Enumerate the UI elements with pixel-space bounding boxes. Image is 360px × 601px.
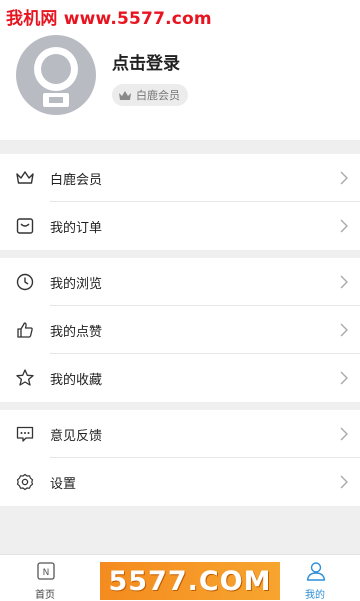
star-icon <box>16 369 34 386</box>
crown-icon <box>16 171 34 184</box>
menu-item-label: 设置 <box>50 477 77 492</box>
menu-item-label: 我的订单 <box>50 221 103 236</box>
user-icon <box>306 562 326 581</box>
gear-icon <box>16 473 34 491</box>
tab-home[interactable]: N 首页 <box>10 555 80 601</box>
site-watermark: 我机网 www.5577.com <box>6 9 212 29</box>
thumbs-up-icon <box>17 322 33 338</box>
site-banner: 5577.COM <box>100 562 280 600</box>
menu-item-favorites[interactable]: 我的收藏 <box>0 354 360 402</box>
chevron-right-icon <box>340 275 348 289</box>
svg-text:N: N <box>43 568 50 578</box>
menu-item-label: 我的收藏 <box>50 373 103 388</box>
menu-item-settings[interactable]: 设置 <box>0 458 360 506</box>
clock-icon <box>16 273 34 291</box>
chevron-right-icon <box>340 371 348 385</box>
menu-item-label: 白鹿会员 <box>50 173 103 188</box>
vip-badge-label: 白鹿会员 <box>136 89 180 102</box>
menu-group-settings: 意见反馈 设置 <box>0 410 360 506</box>
menu-item-label: 我的浏览 <box>50 277 103 292</box>
tab-home-label: 首页 <box>35 590 55 601</box>
menu-item-feedback[interactable]: 意见反馈 <box>0 410 360 458</box>
menu-item-label: 意见反馈 <box>50 429 103 444</box>
menu-group-membership: 白鹿会员 我的订单 <box>0 154 360 250</box>
chevron-right-icon <box>340 171 348 185</box>
tab-mine[interactable]: 我的 <box>280 555 350 601</box>
vip-badge[interactable]: 白鹿会员 <box>112 84 188 106</box>
login-link[interactable]: 点击登录 <box>112 49 180 74</box>
order-icon <box>16 218 34 234</box>
chevron-right-icon <box>340 475 348 489</box>
chevron-right-icon <box>340 323 348 337</box>
menu-item-history[interactable]: 我的浏览 <box>0 258 360 306</box>
menu-item-likes[interactable]: 我的点赞 <box>0 306 360 354</box>
chevron-right-icon <box>340 219 348 233</box>
chevron-right-icon <box>340 427 348 441</box>
tab-mine-label: 我的 <box>305 590 325 601</box>
home-icon: N <box>37 562 55 580</box>
menu-item-vip[interactable]: 白鹿会员 <box>0 154 360 202</box>
menu-item-orders[interactable]: 我的订单 <box>0 202 360 250</box>
avatar[interactable] <box>16 35 96 115</box>
menu-group-activity: 我的浏览 我的点赞 我的收藏 <box>0 258 360 402</box>
menu-item-label: 我的点赞 <box>50 325 103 340</box>
default-avatar-icon <box>34 47 78 107</box>
crown-icon <box>119 90 131 100</box>
feedback-icon <box>16 426 34 442</box>
